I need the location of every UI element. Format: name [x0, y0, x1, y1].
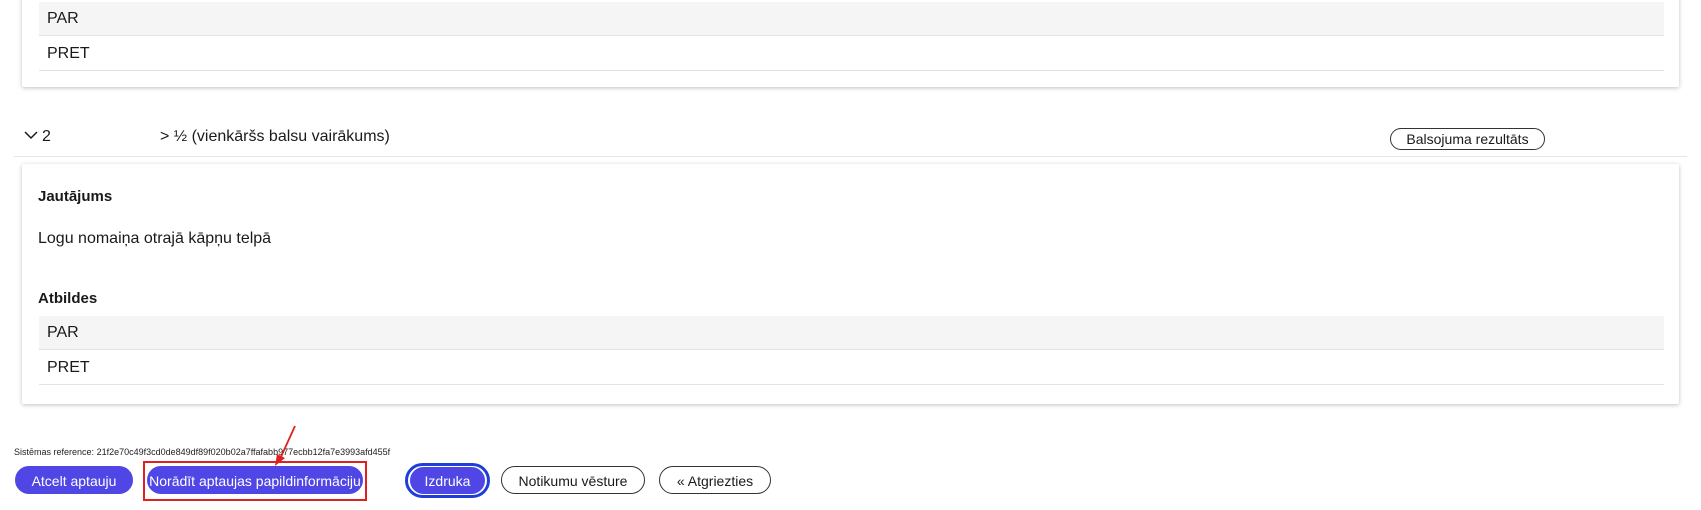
answer-label: PRET — [47, 45, 90, 62]
system-reference-label: Sistēmas reference: — [14, 447, 95, 457]
question-text: Logu nomaiņa otrajā kāpņu telpā — [38, 230, 272, 247]
annotation-highlight-box — [143, 461, 367, 501]
answers-heading: Atbildes — [38, 290, 98, 307]
question-1-card: PAR PRET — [22, 0, 1679, 87]
question-2-header[interactable]: 2 > ½ (vienkāršs balsu vairākums) Balsoj… — [14, 122, 1687, 157]
answer-row: PAR — [39, 2, 1664, 36]
annotation-arrow-icon — [275, 425, 296, 466]
question-2-card: Jautājums Logu nomaiņa otrajā kāpņu telp… — [22, 164, 1679, 404]
event-history-button[interactable]: Notikumu vēsture — [501, 466, 645, 494]
question-number: 2 — [42, 128, 51, 145]
answer-row: PRET — [39, 351, 1664, 385]
answer-row: PRET — [39, 37, 1664, 71]
vote-results-button[interactable]: Balsojuma rezultāts — [1390, 128, 1545, 150]
answer-label: PRET — [47, 359, 90, 376]
chevron-down-icon[interactable] — [24, 128, 38, 142]
majority-type: > ½ (vienkāršs balsu vairākums) — [160, 128, 390, 145]
answer-label: PAR — [47, 10, 79, 27]
cancel-survey-button[interactable]: Atcelt aptauju — [15, 466, 133, 494]
question-heading: Jautājums — [38, 188, 113, 205]
system-reference: Sistēmas reference: 21f2e70c49f3cd0de849… — [14, 447, 390, 457]
back-button[interactable]: « Atgriezties — [659, 466, 771, 494]
system-reference-value: 21f2e70c49f3cd0de849df89f020b02a7ffafabb… — [96, 447, 391, 457]
answer-label: PAR — [47, 324, 79, 341]
print-button[interactable]: Izdruka — [410, 467, 485, 494]
answer-row: PAR — [39, 316, 1664, 350]
